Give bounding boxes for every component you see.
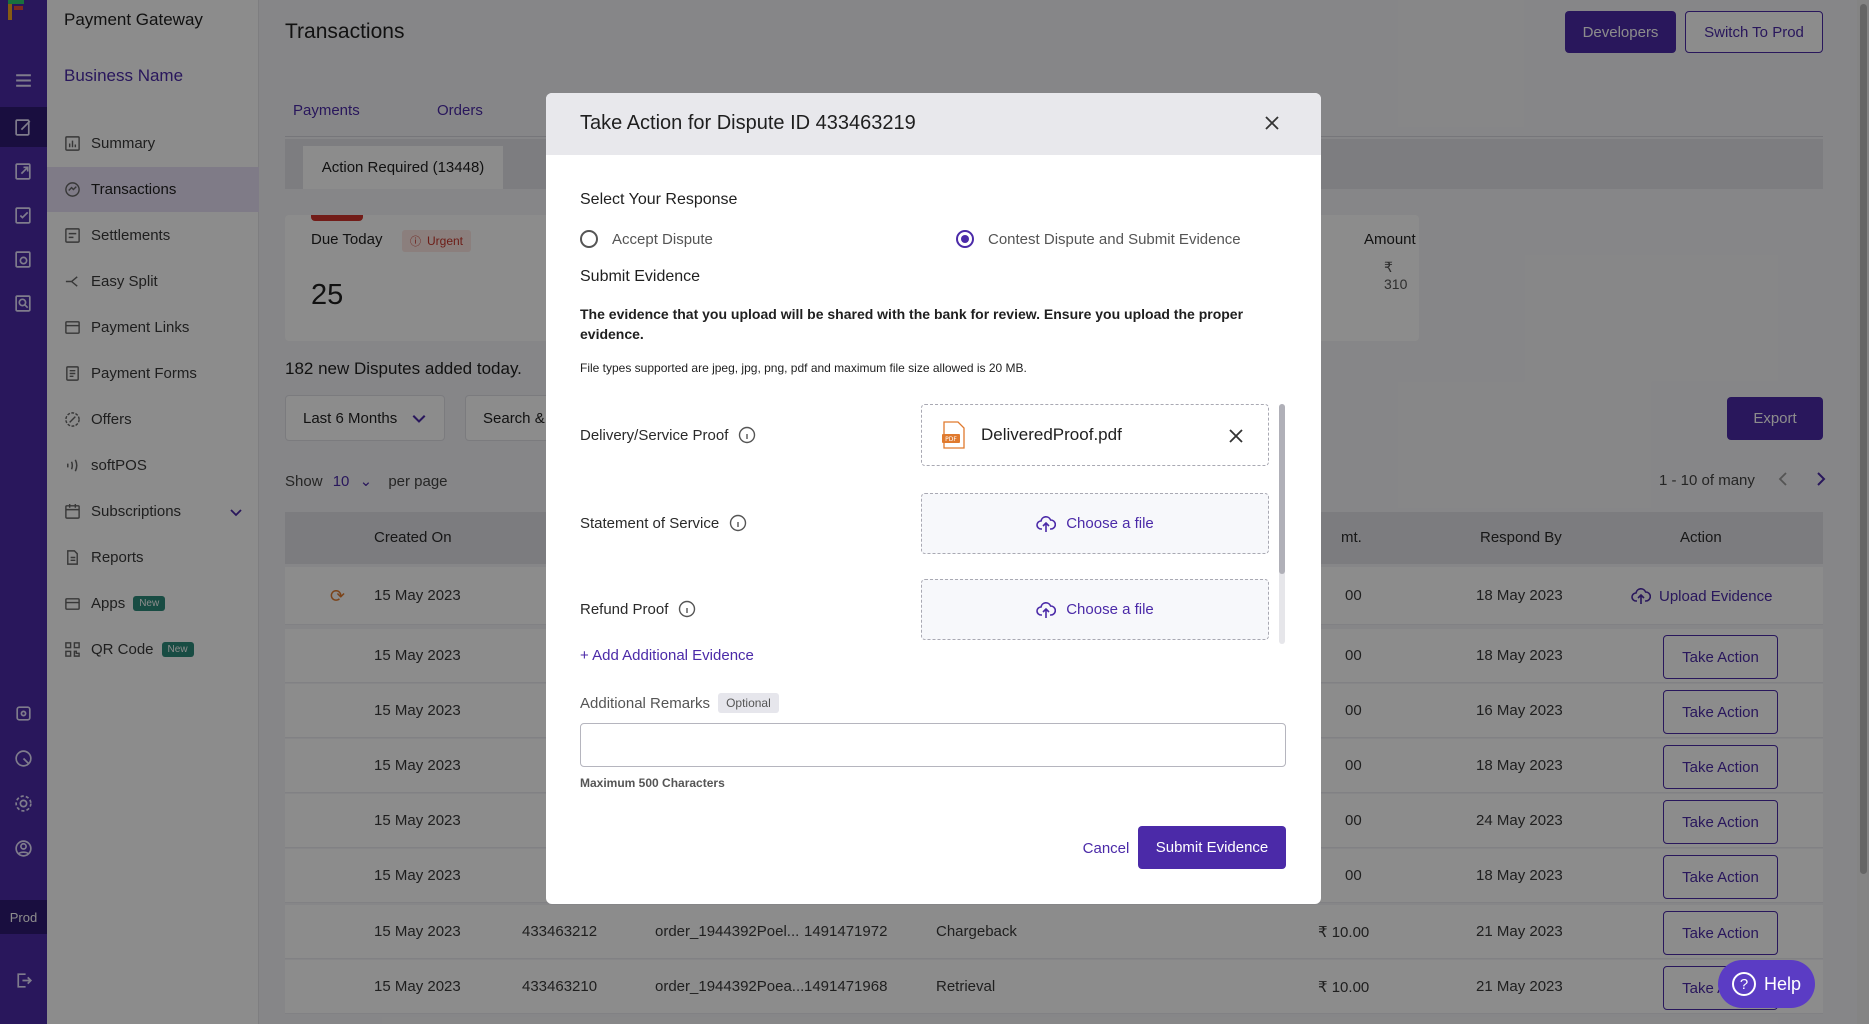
add-additional-evidence-link[interactable]: + Add Additional Evidence bbox=[580, 647, 754, 664]
file-type-note: File types supported are jpeg, jpg, png,… bbox=[580, 361, 1027, 375]
help-label: Help bbox=[1763, 973, 1802, 994]
svg-text:PDF: PDF bbox=[945, 436, 957, 443]
submit-evidence-heading: Submit Evidence bbox=[580, 268, 701, 285]
uploaded-file-name: DeliveredProof.pdf bbox=[981, 425, 1122, 444]
choose-file-label: Choose a file bbox=[1066, 515, 1154, 532]
delivery-proof-label: Delivery/Service Proof bbox=[580, 426, 756, 444]
optional-tag: Optional bbox=[718, 693, 779, 713]
upload-cloud-icon bbox=[1036, 515, 1057, 532]
evidence-label-text: Delivery/Service Proof bbox=[580, 426, 729, 444]
info-icon[interactable] bbox=[738, 426, 756, 444]
evidence-description: The evidence that you upload will be sha… bbox=[580, 306, 1244, 342]
modal-title: Take Action for Dispute ID 433463219 bbox=[580, 112, 916, 134]
info-icon[interactable] bbox=[729, 514, 747, 532]
select-response-heading: Select Your Response bbox=[580, 191, 738, 208]
help-button[interactable]: ? Help bbox=[1718, 960, 1815, 1008]
radio-checked-icon[interactable] bbox=[956, 230, 974, 248]
statement-of-service-label: Statement of Service bbox=[580, 514, 747, 532]
radio-unchecked-icon[interactable] bbox=[580, 230, 598, 248]
evidence-scrollbar-thumb[interactable] bbox=[1279, 404, 1285, 574]
radio-accept-dispute[interactable]: Accept Dispute bbox=[580, 230, 713, 248]
radio-label: Accept Dispute bbox=[612, 230, 713, 248]
choose-file-statement-button[interactable]: Choose a file bbox=[921, 493, 1269, 554]
radio-contest-dispute[interactable]: Contest Dispute and Submit Evidence bbox=[956, 230, 1241, 248]
choose-file-refund-button[interactable]: Choose a file bbox=[921, 579, 1269, 640]
remarks-label-text: Additional Remarks bbox=[580, 694, 711, 712]
max-chars-hint: Maximum 500 Characters bbox=[580, 776, 725, 790]
radio-label: Contest Dispute and Submit Evidence bbox=[988, 230, 1241, 248]
refund-proof-label: Refund Proof bbox=[580, 600, 696, 618]
upload-cloud-icon bbox=[1036, 601, 1057, 618]
modal-header: Take Action for Dispute ID 433463219 bbox=[546, 93, 1321, 155]
help-question-icon: ? bbox=[1731, 972, 1756, 996]
remarks-input[interactable] bbox=[580, 723, 1286, 767]
dispute-action-modal: Take Action for Dispute ID 433463219 Sel… bbox=[546, 93, 1321, 904]
pdf-file-icon: PDF bbox=[942, 421, 965, 449]
choose-file-label: Choose a file bbox=[1066, 601, 1154, 618]
remove-file-icon[interactable] bbox=[1227, 427, 1245, 445]
uploaded-file-box: PDF DeliveredProof.pdf bbox=[921, 404, 1269, 466]
close-icon[interactable] bbox=[1261, 112, 1283, 134]
evidence-label-text: Refund Proof bbox=[580, 600, 669, 618]
info-icon[interactable] bbox=[678, 600, 696, 618]
submit-evidence-button[interactable]: Submit Evidence bbox=[1138, 826, 1286, 869]
remarks-label: Additional Remarks Optional bbox=[580, 693, 779, 713]
evidence-label-text: Statement of Service bbox=[580, 514, 720, 532]
